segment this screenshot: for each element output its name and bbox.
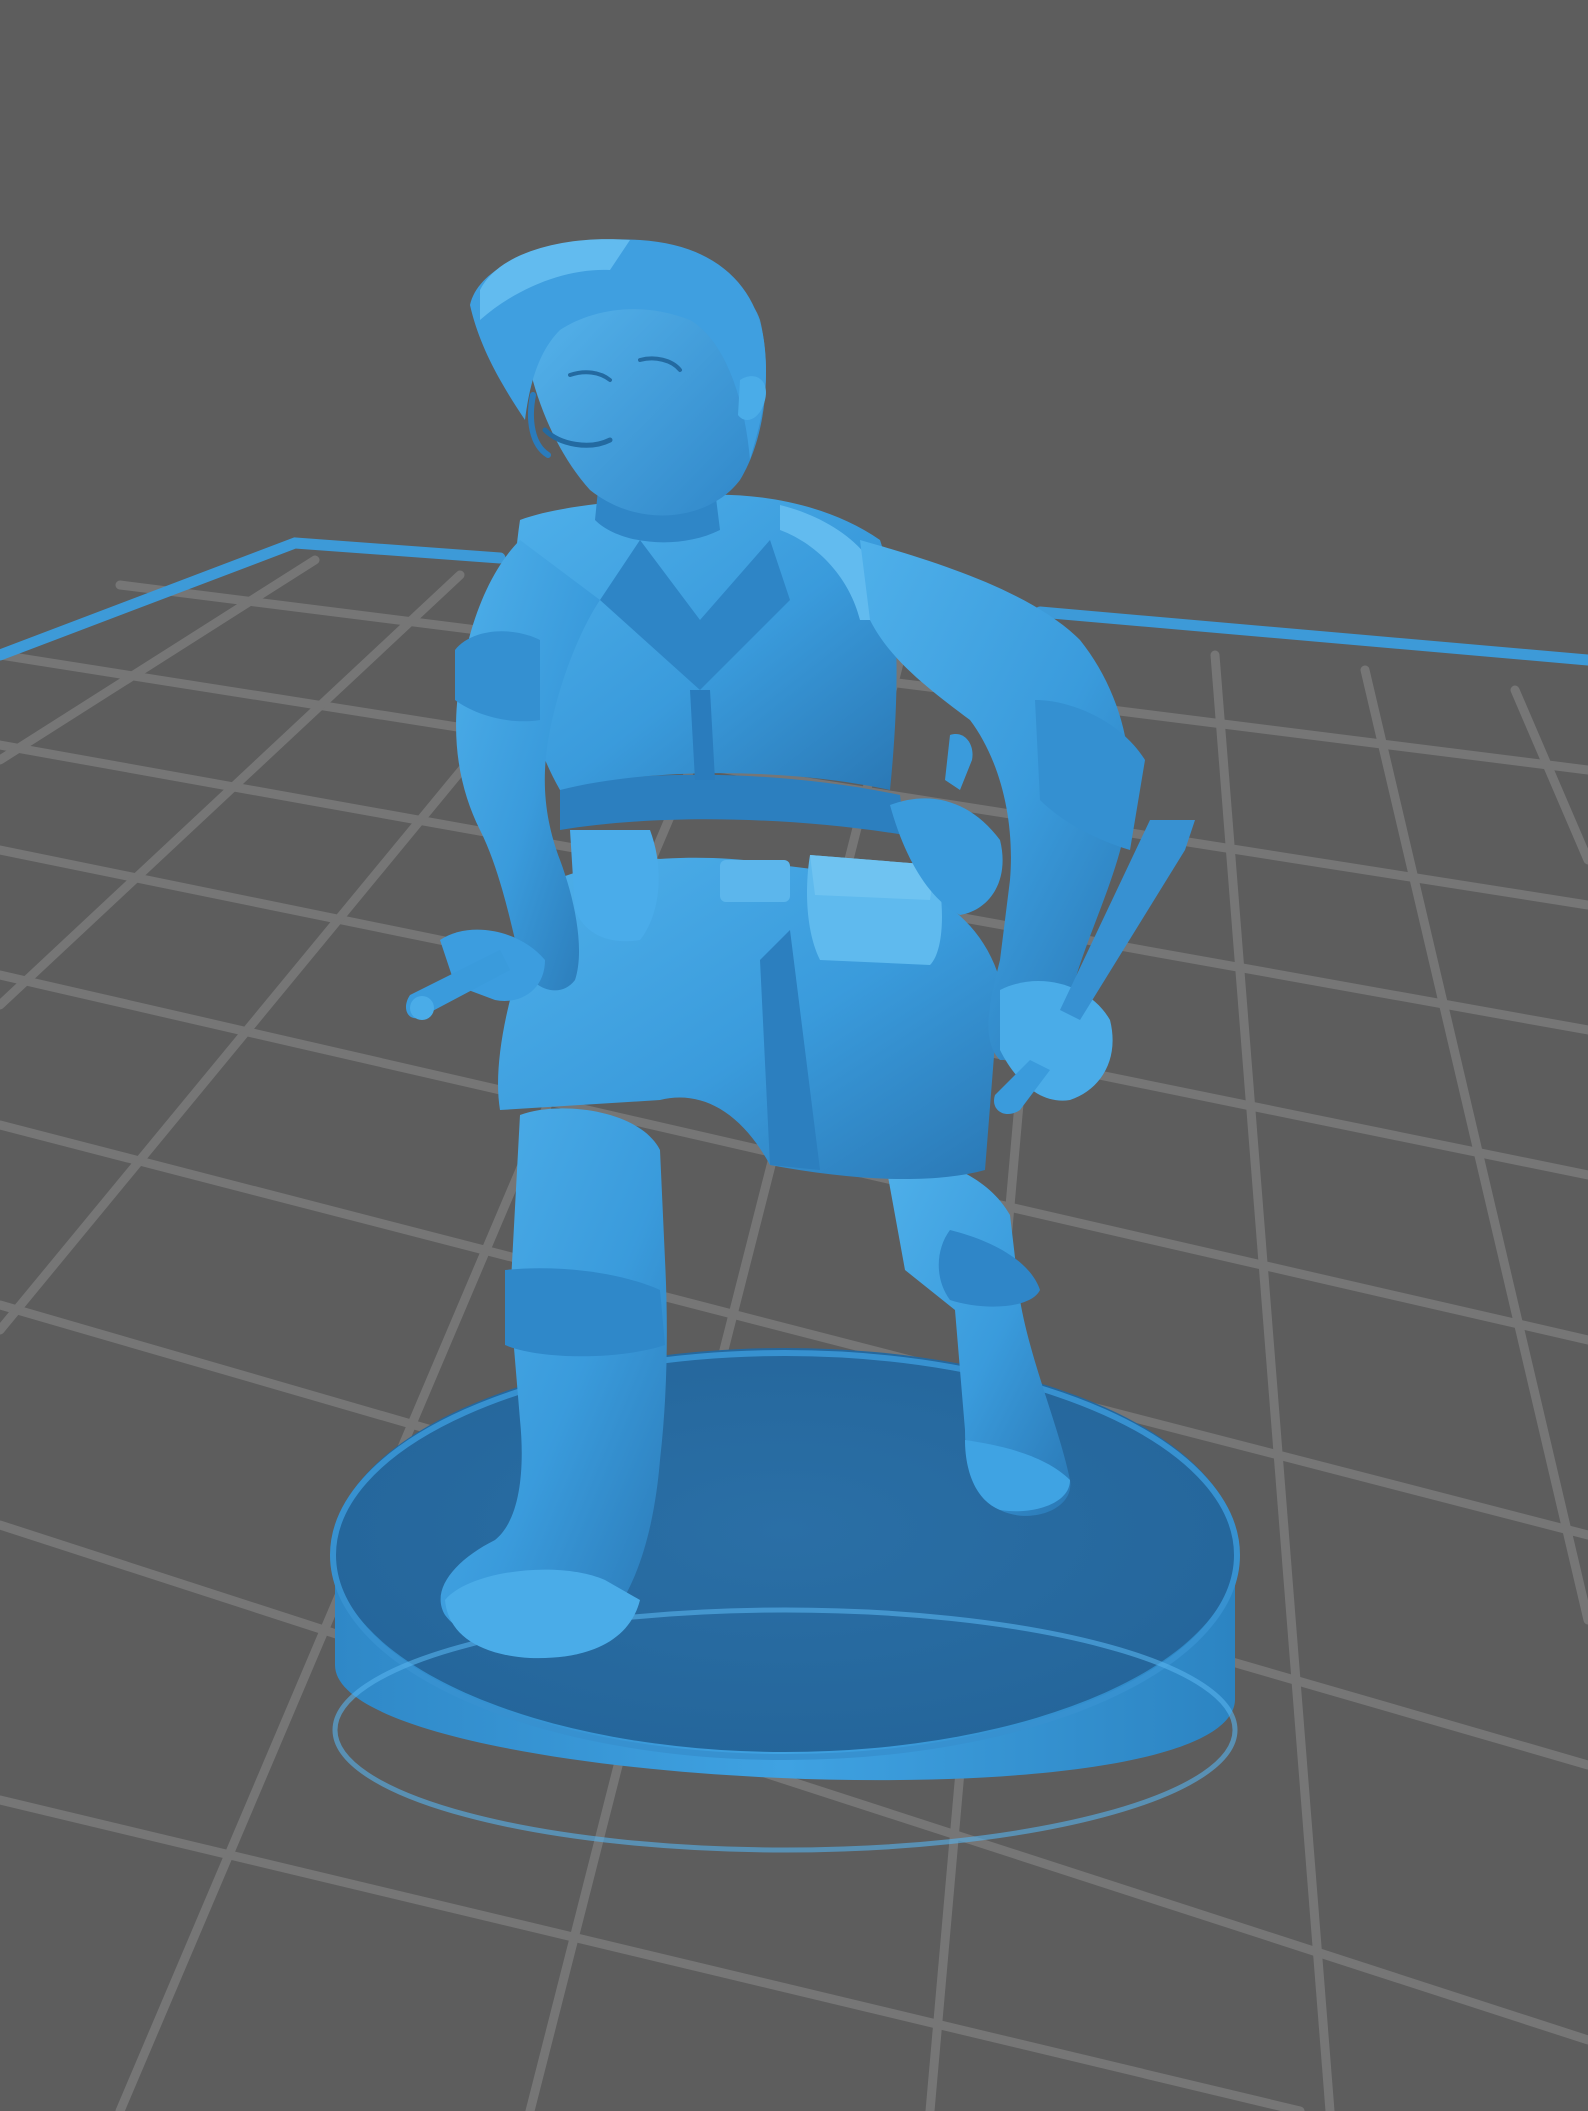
3d-viewport[interactable]	[0, 0, 1588, 2111]
scene-canvas[interactable]	[0, 0, 1588, 2111]
